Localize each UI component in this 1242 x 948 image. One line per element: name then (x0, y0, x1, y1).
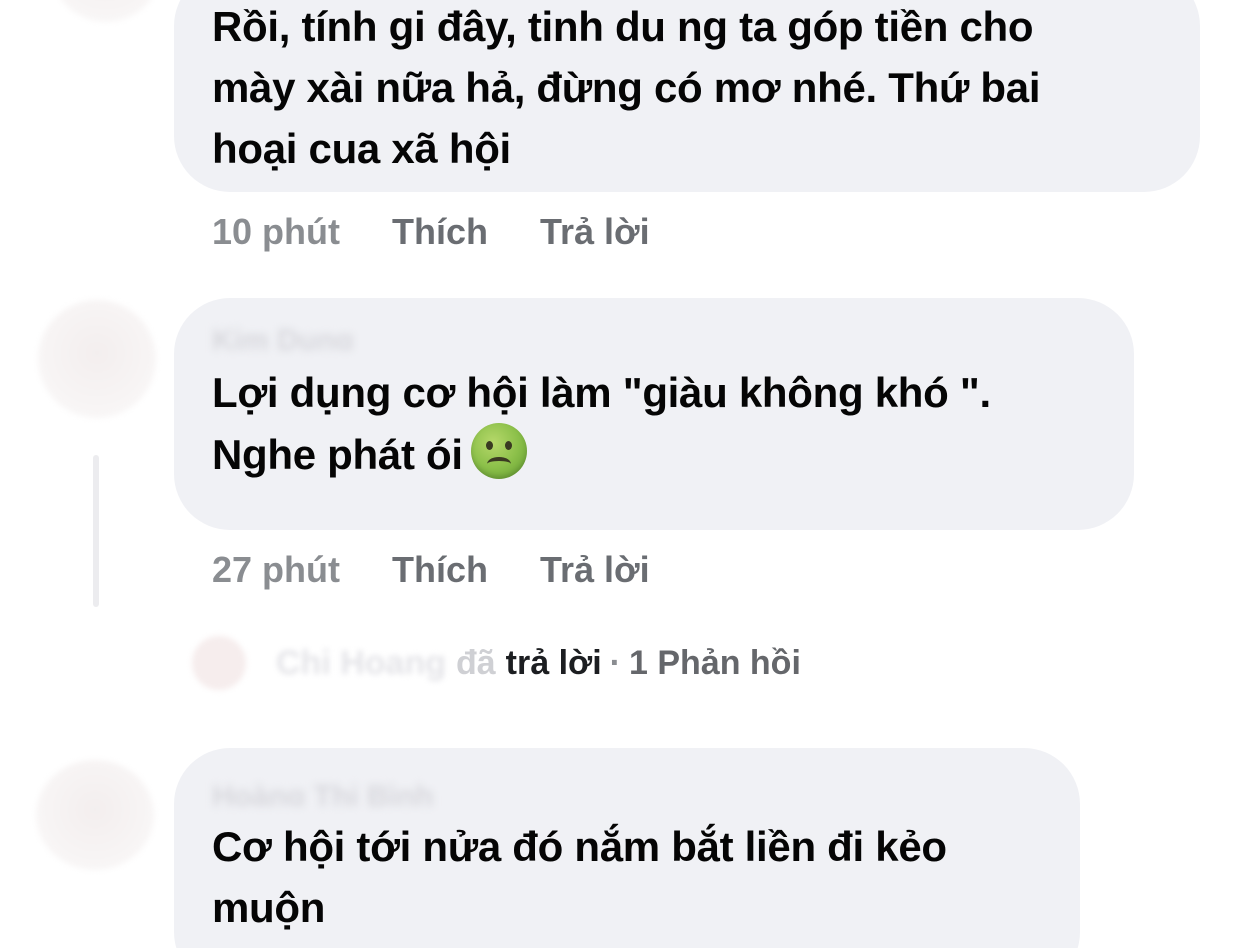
commenter-avatar[interactable] (36, 760, 154, 870)
comment-line: hoại cua xã hội (212, 125, 511, 172)
reply-separator: · (609, 643, 621, 682)
comment-line: mày xài nữa hả, đừng có mơ nhé. Thứ bai (212, 64, 1041, 111)
comment-thread: Rồi, tính gi đây, tinh du ng ta góp tiền… (0, 0, 1242, 948)
comment-meta: 10 phút Thích Trả lời (212, 212, 650, 252)
replier-avatar (192, 636, 246, 690)
comment-bubble: Rồi, tính gi đây, tinh du ng ta góp tiền… (174, 0, 1200, 192)
comment-text: Cơ hội tới nửa đó nắm bắt liền đi kẻo mu… (212, 816, 1050, 938)
comment-author[interactable]: Hoàng Thị Bình (212, 782, 1050, 806)
reply-verb-prefix: đã (455, 643, 496, 682)
view-replies-link[interactable]: Chi Hoang đã trả lời · 1 Phản hồi (192, 636, 801, 690)
reply-verb: trả lời (505, 643, 602, 682)
comment-line: Cơ hội tới nửa đó nắm bắt liền đi kẻo (212, 823, 947, 870)
comment-text: Lợi dụng cơ hội làm "giàu không khó ". N… (212, 362, 1104, 485)
comment-meta: 27 phút Thích Trả lời (212, 550, 650, 590)
comment-bubble: Kim Dung Lợi dụng cơ hội làm "giàu không… (174, 298, 1134, 530)
commenter-avatar[interactable] (38, 300, 156, 418)
like-button[interactable]: Thích (392, 550, 488, 590)
comment-text: Rồi, tính gi đây, tinh du ng ta góp tiền… (212, 0, 1170, 179)
comment-time[interactable]: 10 phút (212, 212, 340, 252)
comment-line: muộn (212, 884, 326, 931)
comment-line: Nghe phát ói (212, 431, 463, 478)
like-button[interactable]: Thích (392, 212, 488, 252)
comment-time[interactable]: 27 phút (212, 550, 340, 590)
commenter-avatar[interactable] (50, 0, 162, 22)
nauseated-face-icon (470, 423, 527, 479)
reply-button[interactable]: Trả lời (540, 212, 650, 252)
comment-line: Lợi dụng cơ hội làm "giàu không khó ". (212, 369, 991, 416)
comment-line: Rồi, tính gi đây, tinh du ng ta góp tiền… (212, 3, 1034, 50)
thread-connector-line (93, 455, 99, 607)
comment-bubble: Hoàng Thị Bình Cơ hội tới nửa đó nắm bắt… (174, 748, 1080, 948)
replier-name: Chi Hoang (276, 643, 446, 682)
comment-author[interactable]: Kim Dung (212, 326, 1104, 350)
reply-count[interactable]: 1 Phản hồi (629, 644, 801, 683)
reply-button[interactable]: Trả lời (540, 550, 650, 590)
